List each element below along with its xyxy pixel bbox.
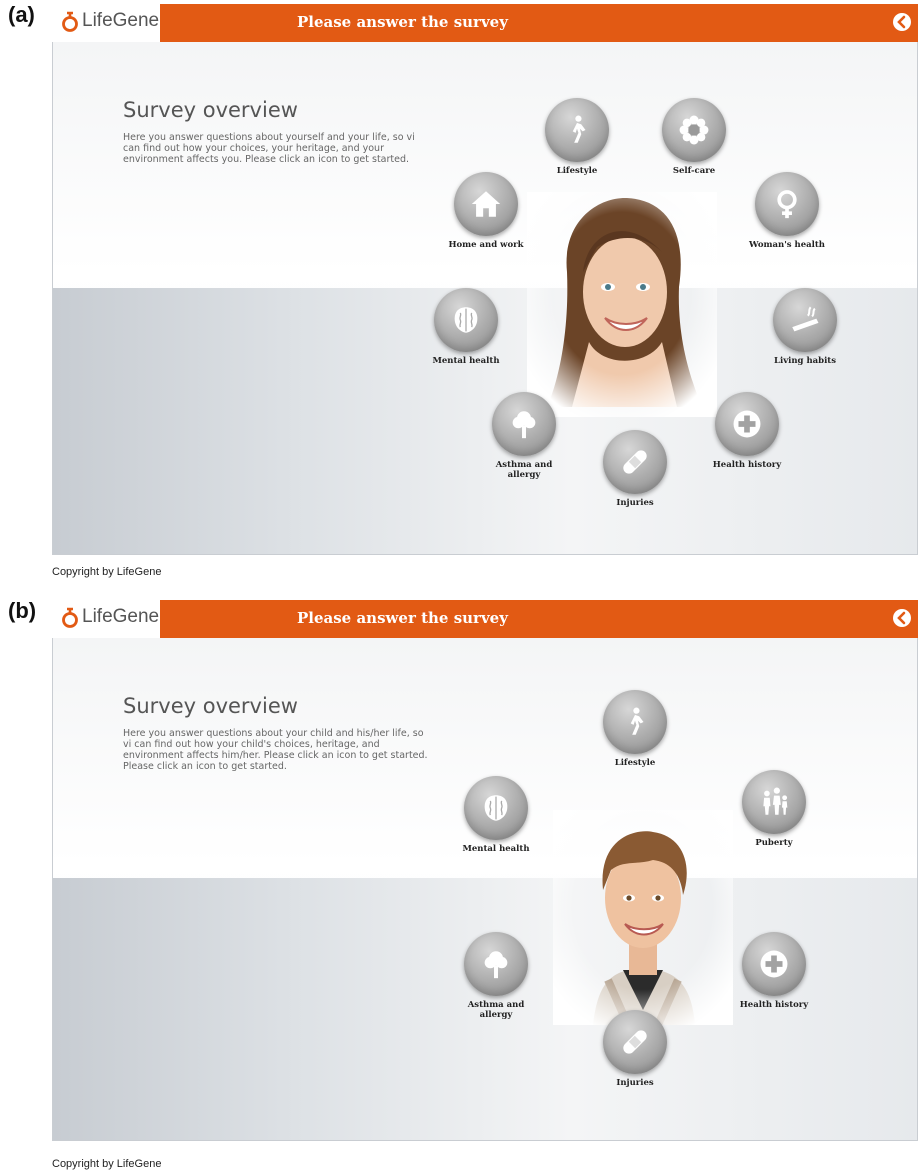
bandage-icon xyxy=(618,1025,652,1059)
home-and-work-label: Home and work xyxy=(448,240,524,250)
lifestyle-button[interactable] xyxy=(603,690,667,754)
lifestyle-item[interactable]: Lifestyle xyxy=(517,98,637,176)
overview-description: Here you answer questions about yourself… xyxy=(123,132,415,165)
living-habits-item[interactable]: Living habits xyxy=(745,288,865,366)
living-habits-button[interactable] xyxy=(773,288,837,352)
mental-health-button[interactable] xyxy=(434,288,498,352)
overview-title: Survey overview xyxy=(123,98,298,122)
panel-label: (a) xyxy=(8,2,35,27)
survey-area: Survey overview Here you answer question… xyxy=(52,42,918,555)
mental-health-item[interactable]: Mental health xyxy=(436,776,556,854)
mental-health-label: Mental health xyxy=(432,356,500,366)
womans-health-label: Woman's health xyxy=(749,240,825,250)
health-history-button[interactable] xyxy=(715,392,779,456)
overview-description: Here you answer questions about your chi… xyxy=(123,728,428,772)
panel-b: (b) LifeGene Please answer the survey Su… xyxy=(0,596,918,1175)
lifegene-logo: LifeGene xyxy=(60,10,159,32)
survey-area: Survey overview Here you answer question… xyxy=(52,638,918,1141)
house-icon xyxy=(469,187,503,221)
tree-icon xyxy=(479,947,513,981)
copyright-text: Copyright by LifeGene xyxy=(52,1158,162,1170)
growing-children-icon xyxy=(757,785,791,819)
injuries-label: Injuries xyxy=(616,1078,654,1088)
woman-portrait xyxy=(527,192,717,417)
lifestyle-label: Lifestyle xyxy=(614,758,656,768)
self-care-item[interactable]: Self-care xyxy=(634,98,754,176)
health-history-label: Health history xyxy=(739,1000,809,1010)
injuries-item[interactable]: Injuries xyxy=(575,1010,695,1088)
cigarette-icon xyxy=(788,303,822,337)
womans-health-item[interactable]: Woman's health xyxy=(727,172,847,250)
asthma-allergy-item[interactable]: Asthma and allergy xyxy=(436,932,556,1020)
mental-health-button[interactable] xyxy=(464,776,528,840)
header-bar: Please answer the survey xyxy=(160,600,918,640)
asthma-allergy-button[interactable] xyxy=(464,932,528,996)
health-history-label: Health history xyxy=(712,460,782,470)
back-arrow-icon[interactable] xyxy=(892,608,912,628)
asthma-allergy-button[interactable] xyxy=(492,392,556,456)
mental-health-label: Mental health xyxy=(462,844,530,854)
asthma-allergy-label: Asthma and allergy xyxy=(467,1000,525,1020)
logo-text: LifeGene xyxy=(82,10,160,31)
lifegene-logo: LifeGene xyxy=(60,606,159,628)
health-history-item[interactable]: Health history xyxy=(687,392,807,470)
walking-person-icon xyxy=(560,113,594,147)
lifestyle-button[interactable] xyxy=(545,98,609,162)
asthma-allergy-item[interactable]: Asthma and allergy xyxy=(464,392,584,480)
walking-person-icon xyxy=(618,705,652,739)
puberty-label: Puberty xyxy=(755,838,793,848)
panel-a: (a) LifeGene Please answer the survey Su… xyxy=(0,0,918,588)
health-history-item[interactable]: Health history xyxy=(714,932,834,1010)
brain-icon xyxy=(479,791,513,825)
brain-icon xyxy=(449,303,483,337)
home-and-work-item[interactable]: Home and work xyxy=(426,172,546,250)
header-bar: Please answer the survey xyxy=(160,4,918,44)
injuries-button[interactable] xyxy=(603,430,667,494)
copyright-text: Copyright by LifeGene xyxy=(52,566,162,578)
puberty-button[interactable] xyxy=(742,770,806,834)
health-history-button[interactable] xyxy=(742,932,806,996)
womans-health-button[interactable] xyxy=(755,172,819,236)
medical-cross-icon xyxy=(730,407,764,441)
asthma-allergy-label: Asthma and allergy xyxy=(495,460,553,480)
back-arrow-icon[interactable] xyxy=(892,12,912,32)
lifestyle-item[interactable]: Lifestyle xyxy=(575,690,695,768)
medical-cross-icon xyxy=(757,947,791,981)
home-and-work-button[interactable] xyxy=(454,172,518,236)
injuries-button[interactable] xyxy=(603,1010,667,1074)
bandage-icon xyxy=(618,445,652,479)
boy-portrait xyxy=(553,810,733,1025)
self-care-button[interactable] xyxy=(662,98,726,162)
logo-mark-icon xyxy=(60,10,80,32)
logo-mark-icon xyxy=(60,606,80,628)
panel-label: (b) xyxy=(8,598,37,623)
puberty-item[interactable]: Puberty xyxy=(714,770,834,848)
injuries-item[interactable]: Injuries xyxy=(575,430,695,508)
overview-title: Survey overview xyxy=(123,694,298,718)
living-habits-label: Living habits xyxy=(773,356,837,366)
header-title: Please answer the survey xyxy=(297,609,508,627)
female-symbol-icon xyxy=(770,187,804,221)
flower-icon xyxy=(677,113,711,147)
injuries-label: Injuries xyxy=(616,498,654,508)
mental-health-item[interactable]: Mental health xyxy=(406,288,526,366)
tree-icon xyxy=(507,407,541,441)
logo-text: LifeGene xyxy=(82,606,160,627)
header-title: Please answer the survey xyxy=(297,13,508,31)
